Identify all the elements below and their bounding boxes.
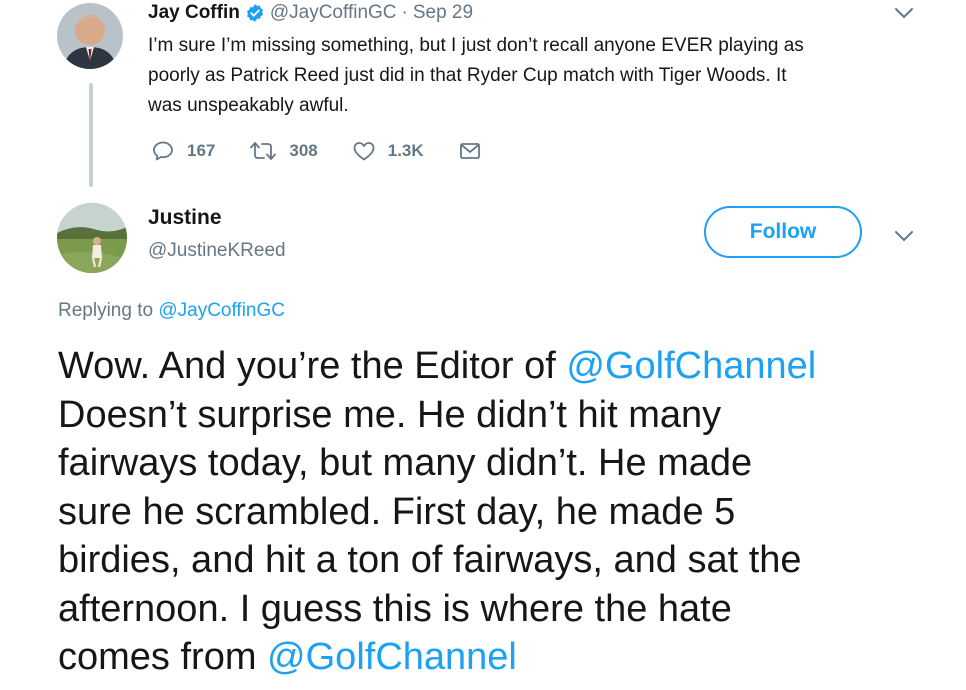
- reply-count: 167: [187, 141, 216, 160]
- parent-tweet-header: Jay Coffin @JayCoffinGC · Sep 29: [148, 2, 473, 24]
- like-count: 1.3K: [387, 141, 424, 160]
- reply-tweet-line: comes from @GolfChannel: [58, 633, 938, 682]
- reply-tweet-line: fairways today, but many didn’t. He made: [58, 442, 753, 484]
- thread-line: [89, 83, 93, 187]
- reply-tweet-line: Doesn’t surprise me. He didn’t hit many: [58, 393, 722, 436]
- parent-author-name[interactable]: Jay Coffin: [148, 2, 240, 24]
- golfchannel-mention-link[interactable]: @GolfChannel: [267, 636, 517, 678]
- parent-tweet-actions: 167 308 1.3K: [151, 139, 528, 163]
- justine-avatar[interactable]: [57, 203, 127, 273]
- reply-tweet-line: Wow. And you’re the Editor of @GolfChann…: [58, 342, 938, 391]
- retweet-icon: [249, 139, 289, 163]
- follow-button[interactable]: Follow: [704, 206, 862, 258]
- reply-author-handle[interactable]: @JustineKReed: [148, 240, 286, 262]
- reply-tweet-line: sure he scrambled. First day, he made 5: [58, 490, 736, 533]
- parent-tweet-text: I’m sure I’m missing something, but I ju…: [148, 31, 948, 121]
- parent-tweet-date[interactable]: Sep 29: [413, 2, 473, 24]
- parent-tweet-line: was unspeakably awful.: [148, 95, 349, 116]
- reply-line-text: comes from: [58, 636, 268, 678]
- reply-tweet-line: afternoon. I guess this is where the hat…: [58, 587, 732, 630]
- reply-icon: [151, 139, 187, 163]
- reply-author-name[interactable]: Justine: [148, 206, 222, 230]
- replying-to-mention[interactable]: @JayCoffinGC: [158, 300, 285, 321]
- retweet-count: 308: [289, 141, 318, 160]
- parent-tweet-chevron-down-icon[interactable]: [893, 6, 915, 25]
- verified-badge-icon: [245, 3, 265, 23]
- jay-coffin-avatar[interactable]: [57, 3, 123, 69]
- golfchannel-mention-link[interactable]: @GolfChannel: [566, 345, 816, 387]
- envelope-icon: [458, 139, 494, 163]
- heart-icon: [352, 139, 388, 163]
- reply-tweet-chevron-down-icon[interactable]: [893, 229, 915, 248]
- parent-tweet-line: poorly as Patrick Reed just did in that …: [148, 65, 787, 86]
- parent-tweet-line: I’m sure I’m missing something, but I ju…: [148, 35, 804, 56]
- replying-to-label: Replying to: [58, 300, 154, 321]
- like-button[interactable]: 1.3K: [352, 139, 424, 163]
- reply-line-text: Wow. And you’re the Editor of: [58, 345, 567, 387]
- parent-author-handle[interactable]: @JayCoffinGC: [270, 2, 397, 24]
- direct-message-button[interactable]: [458, 139, 494, 163]
- date-separator: ·: [401, 2, 408, 23]
- retweet-button[interactable]: 308: [249, 139, 318, 163]
- reply-tweet-text: Wow. And you’re the Editor of @GolfChann…: [58, 342, 938, 682]
- reply-tweet-line: birdies, and hit a ton of fairways, and …: [58, 539, 802, 581]
- replying-to-line: Replying to @JayCoffinGC: [58, 300, 285, 322]
- reply-button[interactable]: 167: [151, 139, 215, 163]
